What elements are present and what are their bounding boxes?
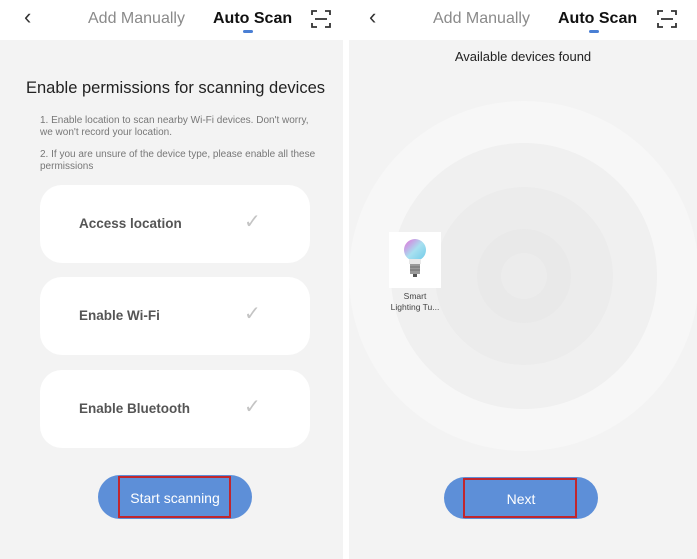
permission-label: Enable Bluetooth (79, 401, 190, 416)
tab-add-manually[interactable]: Add Manually (88, 10, 185, 28)
tab-auto-scan[interactable]: Auto Scan (558, 10, 637, 28)
permission-card-bluetooth[interactable]: Enable Bluetooth ✓ (40, 370, 310, 448)
active-tab-indicator (243, 30, 253, 33)
active-tab-indicator (589, 30, 599, 33)
scan-frame-icon[interactable] (657, 9, 677, 29)
checkmark-icon: ✓ (244, 396, 261, 418)
permission-label: Access location (79, 216, 182, 231)
page-title: Enable permissions for scanning devices (26, 79, 325, 97)
permission-note-2: 2. If you are unsure of the device type,… (40, 149, 316, 172)
radar-center (501, 253, 547, 299)
permission-note-1: 1. Enable location to scan nearby Wi-Fi … (40, 115, 309, 138)
permissions-screen: ‹ Add Manually Auto Scan Enable permissi… (0, 0, 343, 559)
checkmark-icon: ✓ (244, 303, 261, 325)
checkmark-icon: ✓ (244, 211, 261, 233)
available-devices-title: Available devices found (454, 49, 592, 64)
top-bar: ‹ Add Manually Auto Scan (0, 0, 343, 40)
smart-bulb-icon (404, 239, 426, 277)
permission-card-location[interactable]: Access location ✓ (40, 185, 310, 263)
tab-auto-scan[interactable]: Auto Scan (213, 10, 292, 28)
back-chevron-icon[interactable]: ‹ (24, 6, 31, 28)
scan-results-screen: ‹ Add Manually Auto Scan Available devic… (349, 0, 697, 559)
tab-add-manually[interactable]: Add Manually (433, 10, 530, 28)
highlight-box (463, 478, 577, 518)
device-tile (389, 232, 441, 288)
device-label: Smart Lighting Tu... (390, 291, 440, 312)
scan-frame-icon[interactable] (311, 9, 331, 29)
back-chevron-icon[interactable]: ‹ (369, 6, 376, 28)
highlight-box (118, 476, 231, 518)
top-bar: ‹ Add Manually Auto Scan (349, 0, 697, 40)
permission-label: Enable Wi-Fi (79, 308, 160, 323)
permission-card-wifi[interactable]: Enable Wi-Fi ✓ (40, 277, 310, 355)
